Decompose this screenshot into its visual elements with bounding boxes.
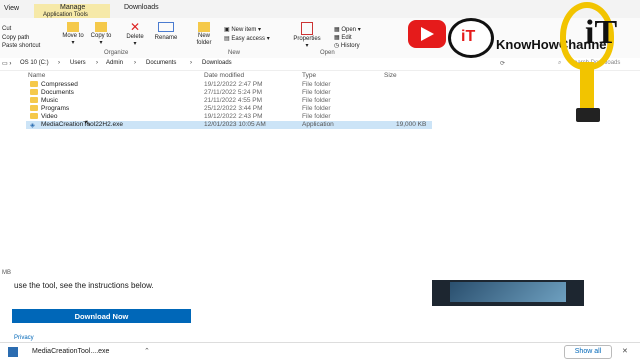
- list-item[interactable]: Video 19/12/2022 2:43 PM File folder: [0, 113, 640, 121]
- history-button[interactable]: ◷ History: [334, 42, 360, 49]
- it-logo: iT: [448, 18, 494, 58]
- folder-icon: [30, 113, 38, 119]
- delete-icon: ✕: [129, 20, 141, 34]
- breadcrumb-drive[interactable]: OS 10 (C:): [20, 60, 49, 66]
- big-it-logo: iT: [585, 14, 618, 51]
- folder-icon: [30, 89, 38, 95]
- breadcrumb-users[interactable]: Users: [70, 60, 86, 66]
- properties-button[interactable]: Properties ▾: [288, 22, 326, 50]
- folder-icon: [30, 97, 38, 103]
- open-button[interactable]: ▦ Open ▾: [334, 26, 361, 33]
- laptop-image: [432, 280, 584, 306]
- breadcrumb-documents[interactable]: Documents: [146, 60, 176, 66]
- folder-icon: [30, 105, 38, 111]
- group-open-label: Open: [320, 50, 335, 56]
- column-size[interactable]: Size: [384, 72, 397, 79]
- ribbon-tab-bar: View Manage Application Tools Downloads: [0, 0, 640, 18]
- pc-icon: ▭ ›: [2, 61, 12, 67]
- folder-icon: [30, 81, 38, 87]
- new-item-button[interactable]: ▣ New item ▾: [224, 26, 261, 33]
- rename-button[interactable]: Rename: [152, 22, 180, 42]
- lightbulb-base: [576, 108, 600, 122]
- download-now-button[interactable]: Download Now: [12, 309, 191, 323]
- edit-button[interactable]: ▦ Edit: [334, 34, 352, 41]
- refresh-icon[interactable]: ⟳: [500, 60, 505, 67]
- breadcrumb-downloads[interactable]: Downloads: [202, 60, 232, 66]
- group-organize-label: Organize: [104, 50, 129, 56]
- group-new-label: New: [228, 50, 241, 56]
- breadcrumb-admin[interactable]: Admin: [106, 60, 123, 66]
- window-title: Downloads: [124, 4, 159, 11]
- webpage-area: use the tool, see the instructions below…: [0, 280, 640, 342]
- copy-to-button[interactable]: Copy to ▾: [90, 22, 112, 47]
- tab-view[interactable]: View: [4, 5, 19, 12]
- column-name[interactable]: Name: [28, 72, 45, 79]
- easy-access-button[interactable]: ▤ Easy access ▾: [224, 35, 270, 42]
- youtube-logo: [408, 20, 446, 48]
- cut-button[interactable]: Cut: [2, 26, 11, 32]
- status-bar-text: MB: [2, 270, 11, 276]
- list-item[interactable]: Documents 27/11/2022 5:24 PM File folder: [0, 89, 640, 97]
- list-item[interactable]: Music 21/11/2022 4:55 PM File folder: [0, 97, 640, 105]
- search-icon: ⌕: [558, 60, 562, 66]
- close-icon[interactable]: ✕: [622, 347, 628, 355]
- mouse-cursor: ↖: [84, 118, 92, 128]
- downloads-bar: MediaCreationTool....exe ⌃ Show all ✕: [0, 342, 640, 361]
- download-item[interactable]: MediaCreationTool....exe: [32, 348, 109, 355]
- column-header: Name Date modified Type Size: [0, 70, 640, 80]
- privacy-link[interactable]: Privacy: [14, 335, 34, 341]
- properties-icon: [301, 22, 313, 35]
- new-folder-icon: [198, 22, 210, 32]
- rename-icon: [158, 22, 174, 32]
- move-to-icon: [67, 22, 79, 32]
- list-item[interactable]: Compressed 19/12/2022 2:47 PM File folde…: [0, 81, 640, 89]
- paste-shortcut-button[interactable]: Paste shortcut: [2, 43, 40, 49]
- application-icon: ◈: [30, 122, 35, 129]
- copy-path-button[interactable]: Copy path: [2, 35, 29, 41]
- copy-to-icon: [95, 22, 107, 32]
- new-folder-button[interactable]: New folder: [192, 22, 216, 47]
- chevron-up-icon[interactable]: ⌃: [144, 347, 150, 355]
- show-all-button[interactable]: Show all: [564, 345, 612, 359]
- tab-manage[interactable]: Manage: [60, 4, 85, 11]
- file-icon: [8, 347, 18, 357]
- column-type[interactable]: Type: [302, 72, 316, 79]
- delete-button[interactable]: ✕ Delete ▾: [122, 20, 148, 48]
- instructions-text: use the tool, see the instructions below…: [14, 281, 154, 290]
- move-to-button[interactable]: Move to ▾: [62, 22, 84, 47]
- lightbulb-stem: [580, 62, 594, 112]
- list-item[interactable]: Programs 25/12/2022 3:44 PM File folder: [0, 105, 640, 113]
- column-date-modified[interactable]: Date modified: [204, 72, 244, 79]
